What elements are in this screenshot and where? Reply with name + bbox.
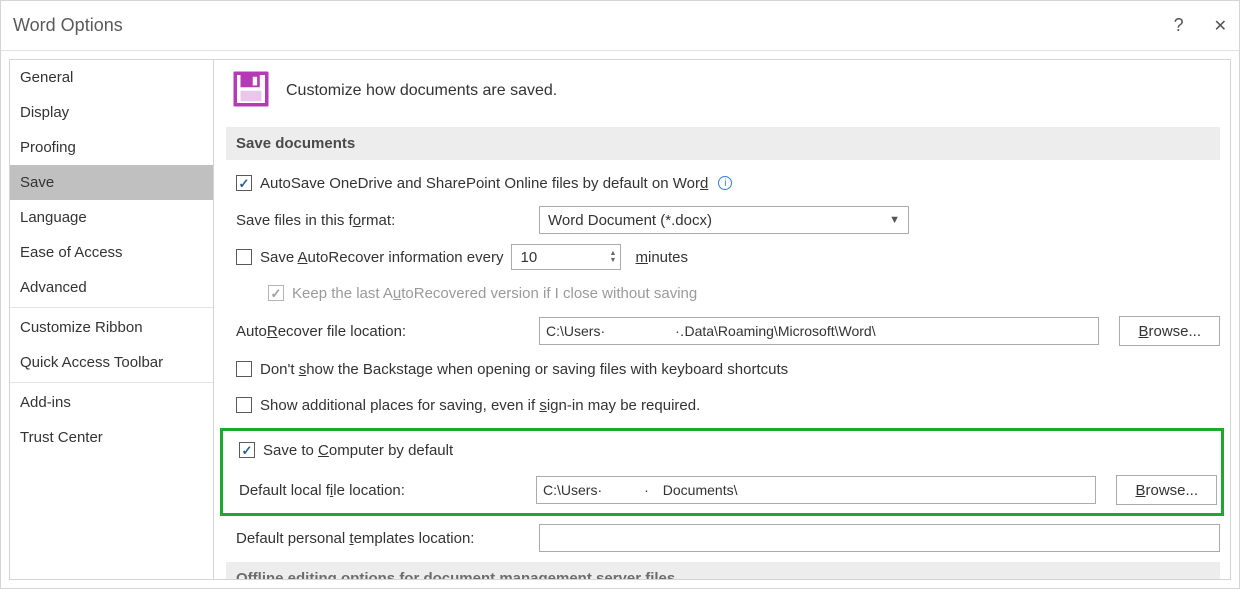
autosave-label: AutoSave OneDrive and SharePoint Online … xyxy=(260,175,708,192)
default-local-location-input[interactable]: C:\Users· · Documents\ xyxy=(536,476,1096,504)
save-format-value: Word Document (*.docx) xyxy=(548,212,712,229)
save-format-row: Save files in this format: Word Document… xyxy=(226,206,1220,234)
autorecover-checkbox[interactable] xyxy=(236,249,252,265)
dialog-body: General Display Proofing Save Language E… xyxy=(1,51,1239,588)
chevron-up-icon[interactable]: ▲ xyxy=(610,250,617,257)
sidebar-item-trust-center[interactable]: Trust Center xyxy=(10,420,213,455)
dont-show-backstage-row: Don't show the Backstage when opening or… xyxy=(226,356,1220,382)
panel-header: Customize how documents are saved. xyxy=(226,68,1220,113)
default-local-location-label: Default local file location: xyxy=(239,482,528,499)
help-icon[interactable]: ? xyxy=(1174,15,1184,36)
sidebar-item-display[interactable]: Display xyxy=(10,95,213,130)
dont-show-backstage-label: Don't show the Backstage when opening or… xyxy=(260,361,788,378)
keep-last-checkbox xyxy=(268,285,284,301)
autosave-checkbox[interactable] xyxy=(236,175,252,191)
sidebar: General Display Proofing Save Language E… xyxy=(9,59,214,580)
autorecover-minutes-spinner[interactable]: 10 ▲▼ xyxy=(511,244,621,270)
autorecover-minutes-value: 10 xyxy=(520,249,537,266)
autorecover-location-input[interactable]: C:\Users· ·․Data\Roaming\Microsoft\Word\ xyxy=(539,317,1099,345)
save-to-computer-label: Save to Computer by default xyxy=(263,442,453,459)
autosave-row: AutoSave OneDrive and SharePoint Online … xyxy=(226,170,1220,196)
window-title: Word Options xyxy=(13,15,123,36)
default-templates-location-row: Default personal templates location: xyxy=(226,524,1220,552)
spinner-buttons[interactable]: ▲▼ xyxy=(610,250,621,264)
sidebar-item-add-ins[interactable]: Add-ins xyxy=(10,385,213,420)
section-offline-editing: Offline editing options for document man… xyxy=(226,562,1220,580)
panel-header-text: Customize how documents are saved. xyxy=(286,82,557,100)
keep-last-row: Keep the last AutoRecovered version if I… xyxy=(226,280,1220,306)
keep-last-label: Keep the last AutoRecovered version if I… xyxy=(292,285,697,302)
close-icon[interactable]: ✕ xyxy=(1214,16,1227,36)
default-templates-location-label: Default personal templates location: xyxy=(236,530,531,547)
highlight-annotation: Save to Computer by default Default loca… xyxy=(220,428,1224,516)
sidebar-separator xyxy=(10,382,213,383)
additional-places-label: Show additional places for saving, even … xyxy=(260,397,700,414)
sidebar-item-general[interactable]: General xyxy=(10,60,213,95)
info-icon[interactable]: i xyxy=(718,176,732,190)
main-panel: Customize how documents are saved. Save … xyxy=(214,59,1231,580)
autorecover-browse-button[interactable]: Browse... xyxy=(1119,316,1220,346)
chevron-down-icon: ▼ xyxy=(889,214,900,226)
save-disk-icon xyxy=(230,68,272,113)
titlebar: Word Options ? ✕ xyxy=(1,1,1239,51)
default-local-browse-button[interactable]: Browse... xyxy=(1116,475,1217,505)
sidebar-item-language[interactable]: Language xyxy=(10,200,213,235)
sidebar-separator xyxy=(10,307,213,308)
save-format-select[interactable]: Word Document (*.docx) ▼ xyxy=(539,206,909,234)
autorecover-label: Save AutoRecover information every xyxy=(260,249,503,266)
default-local-location-row: Default local file location: C:\Users· ·… xyxy=(223,475,1217,505)
save-to-computer-checkbox[interactable] xyxy=(239,442,255,458)
sidebar-item-quick-access-toolbar[interactable]: Quick Access Toolbar xyxy=(10,345,213,380)
sidebar-item-save[interactable]: Save xyxy=(10,165,213,200)
save-format-label: Save files in this format: xyxy=(236,212,531,229)
additional-places-checkbox[interactable] xyxy=(236,397,252,413)
autorecover-location-row: AutoRecover file location: C:\Users· ·․D… xyxy=(226,316,1220,346)
save-to-computer-row: Save to Computer by default xyxy=(223,437,1217,463)
additional-places-row: Show additional places for saving, even … xyxy=(226,392,1220,418)
dont-show-backstage-checkbox[interactable] xyxy=(236,361,252,377)
sidebar-item-proofing[interactable]: Proofing xyxy=(10,130,213,165)
autorecover-interval-row: Save AutoRecover information every 10 ▲▼… xyxy=(226,244,1220,270)
minutes-label: minutes xyxy=(635,249,688,266)
autorecover-location-label: AutoRecover file location: xyxy=(236,323,531,340)
sidebar-item-ease-of-access[interactable]: Ease of Access xyxy=(10,235,213,270)
sidebar-item-advanced[interactable]: Advanced xyxy=(10,270,213,305)
default-templates-location-input[interactable] xyxy=(539,524,1220,552)
section-save-documents: Save documents xyxy=(226,127,1220,160)
titlebar-controls: ? ✕ xyxy=(1174,15,1227,36)
sidebar-item-customize-ribbon[interactable]: Customize Ribbon xyxy=(10,310,213,345)
word-options-window: Word Options ? ✕ General Display Proofin… xyxy=(0,0,1240,589)
chevron-down-icon[interactable]: ▼ xyxy=(610,257,617,264)
